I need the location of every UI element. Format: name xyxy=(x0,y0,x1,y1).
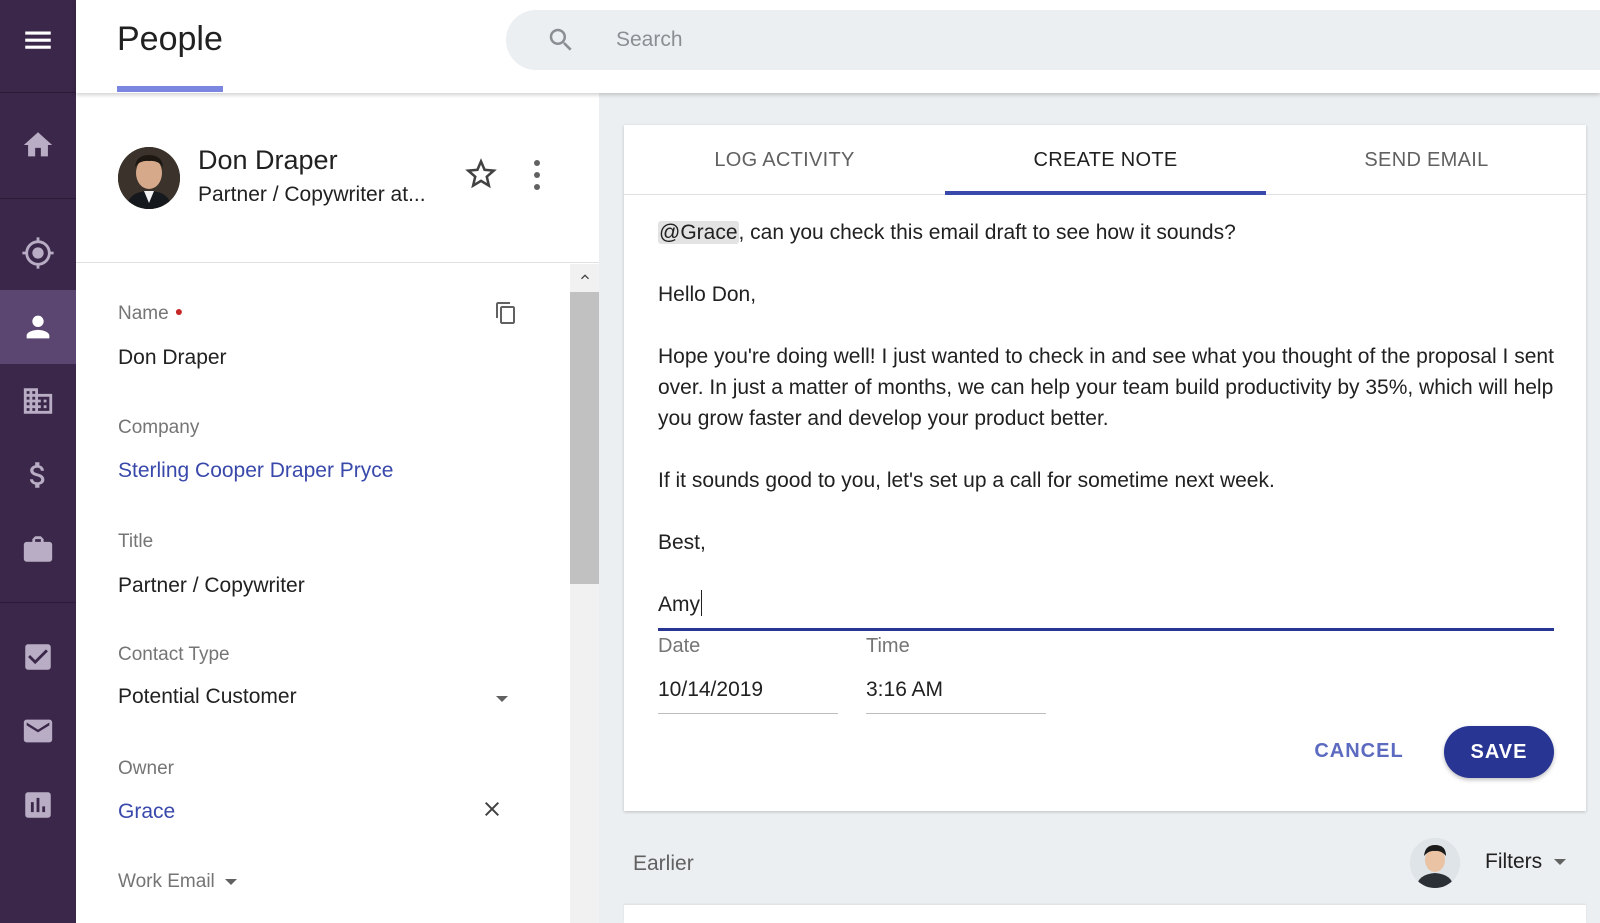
checkbox-icon xyxy=(25,644,51,670)
note-input-underline xyxy=(658,628,1554,631)
note-line-mention: @Grace, can you check this email draft t… xyxy=(658,221,1236,244)
nav-item-companies[interactable] xyxy=(0,364,76,438)
note-paragraph-2: If it sounds good to you, let's set up a… xyxy=(658,469,1275,492)
scroll-thumb[interactable] xyxy=(570,292,599,584)
copy-button[interactable] xyxy=(494,301,520,327)
contact-type-label: Contact Type xyxy=(118,644,230,665)
nav-item-tasks[interactable] xyxy=(0,620,76,694)
note-signoff: Best, xyxy=(658,531,706,554)
contact-detail-panel: Don Draper Partner / Copywriter at... Na… xyxy=(76,93,599,923)
page-title-indicator xyxy=(117,86,223,92)
chevron-up-icon xyxy=(580,274,589,280)
person-icon xyxy=(26,315,50,339)
hamburger-menu-button[interactable] xyxy=(0,0,76,80)
target-icon xyxy=(22,237,54,269)
note-signature: Amy xyxy=(658,589,1558,620)
name-field[interactable]: Don Draper xyxy=(118,346,227,370)
contact-subtitle: Partner / Copywriter at... xyxy=(198,183,426,206)
bar-chart-icon xyxy=(25,792,51,818)
scrollbar[interactable] xyxy=(570,264,599,923)
tab-create-note[interactable]: CREATE NOTE xyxy=(945,125,1266,195)
contact-name: Don Draper xyxy=(198,145,338,175)
home-icon xyxy=(23,132,53,157)
name-label: Name ● xyxy=(118,303,184,324)
note-textarea[interactable]: @Grace, can you check this email draft t… xyxy=(658,217,1558,620)
chevron-down-icon xyxy=(1554,859,1567,865)
filters-button[interactable]: Filters xyxy=(1485,850,1567,874)
scroll-up-button[interactable] xyxy=(570,264,599,290)
nav-item-reports[interactable] xyxy=(0,768,76,842)
favorite-button[interactable] xyxy=(462,155,502,195)
nav-item-opportunities[interactable] xyxy=(0,438,76,512)
menu-icon xyxy=(25,31,51,49)
date-input[interactable]: 10/14/2019 xyxy=(658,678,763,702)
dollar-icon xyxy=(29,462,45,488)
owner-link[interactable]: Grace xyxy=(118,800,175,824)
page-title: People xyxy=(117,20,223,58)
earlier-activity-card xyxy=(624,905,1586,923)
search-bar[interactable] xyxy=(506,10,1600,70)
company-label: Company xyxy=(118,417,200,438)
copy-icon xyxy=(496,302,515,324)
company-link[interactable]: Sterling Cooper Draper Pryce xyxy=(118,459,393,483)
save-button[interactable]: SAVE xyxy=(1444,726,1554,778)
nav-item-projects[interactable] xyxy=(0,512,76,586)
contact-type-select[interactable]: Potential Customer xyxy=(118,685,297,709)
tab-log-activity[interactable]: LOG ACTIVITY xyxy=(624,125,945,195)
earlier-section-label: Earlier xyxy=(633,852,694,875)
title-field[interactable]: Partner / Copywriter xyxy=(118,574,305,598)
briefcase-icon xyxy=(23,536,53,562)
text-cursor xyxy=(701,590,702,616)
chevron-down-icon[interactable] xyxy=(496,696,508,702)
star-icon xyxy=(465,158,497,189)
time-underline xyxy=(866,713,1046,714)
note-paragraph-1: Hope you're doing well! I just wanted to… xyxy=(658,345,1554,430)
search-input[interactable] xyxy=(616,22,1516,58)
close-icon xyxy=(485,802,499,816)
composer-tabs: LOG ACTIVITY CREATE NOTE SEND EMAIL xyxy=(624,125,1586,195)
tab-send-email[interactable]: SEND EMAIL xyxy=(1266,125,1587,195)
search-icon[interactable] xyxy=(546,25,576,55)
work-email-label[interactable]: Work Email xyxy=(118,871,237,893)
sidebar-nav xyxy=(0,0,76,923)
top-header: People xyxy=(76,0,1600,93)
title-label: Title xyxy=(118,531,154,552)
nav-item-leads[interactable] xyxy=(0,216,76,290)
more-vert-icon xyxy=(534,160,540,190)
date-label: Date xyxy=(658,635,701,657)
user-avatar[interactable] xyxy=(1410,838,1460,888)
time-label: Time xyxy=(866,635,910,657)
time-input[interactable]: 3:16 AM xyxy=(866,678,943,702)
owner-label: Owner xyxy=(118,758,174,779)
nav-item-people[interactable] xyxy=(0,290,76,364)
required-indicator: ● xyxy=(174,303,184,319)
contact-header: Don Draper Partner / Copywriter at... xyxy=(76,93,599,263)
contact-avatar xyxy=(118,147,180,209)
date-underline xyxy=(658,713,838,714)
chevron-down-icon xyxy=(224,879,237,885)
mention-chip[interactable]: @Grace xyxy=(658,221,739,244)
cancel-button[interactable]: CANCEL xyxy=(1304,729,1414,773)
activity-composer-card: LOG ACTIVITY CREATE NOTE SEND EMAIL @Gra… xyxy=(624,125,1586,811)
nav-item-email[interactable] xyxy=(0,694,76,768)
nav-item-home[interactable] xyxy=(0,108,76,182)
more-options-button[interactable] xyxy=(522,155,552,195)
clear-owner-button[interactable] xyxy=(480,797,504,821)
active-tab-indicator xyxy=(945,191,1266,195)
building-icon xyxy=(23,388,53,414)
note-greeting: Hello Don, xyxy=(658,283,757,306)
mail-icon xyxy=(23,719,53,743)
